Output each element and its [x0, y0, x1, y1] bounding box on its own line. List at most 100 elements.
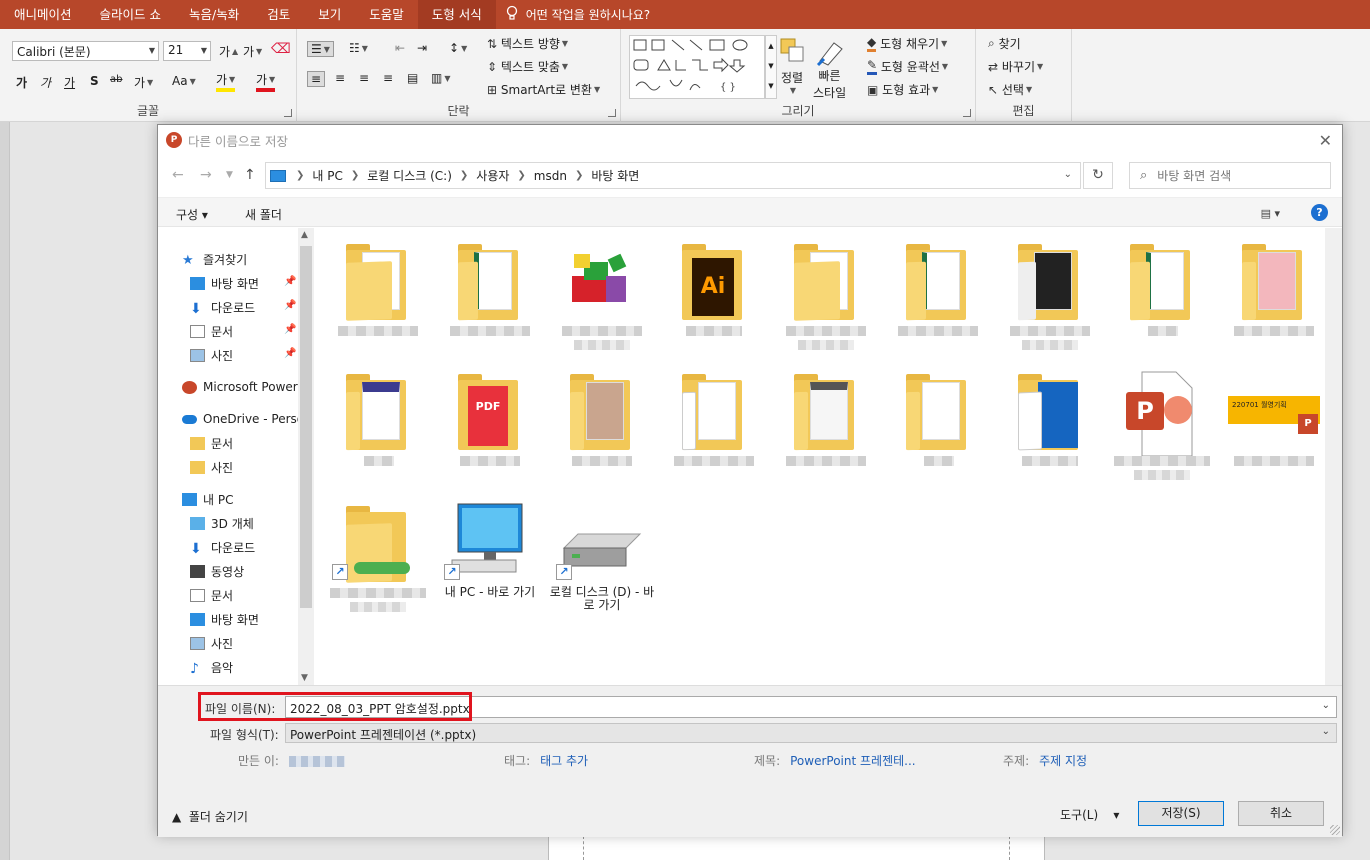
scroll-up-icon[interactable]: ▲ — [301, 230, 308, 240]
highlight-button[interactable]: 가 ▼ — [216, 71, 236, 92]
file-item[interactable] — [660, 358, 768, 478]
tools-button[interactable]: 도구(L) ▾ — [1060, 806, 1119, 823]
char-spacing-button[interactable]: 가 ▼ — [134, 74, 153, 91]
chevron-down-icon[interactable]: ⌄ — [1322, 700, 1330, 711]
quick-styles-button[interactable]: 빠른 스타일 — [813, 37, 846, 101]
back-arrow-icon[interactable]: ← — [172, 167, 184, 183]
tab-shape-format[interactable]: 도형 서식 — [417, 0, 496, 29]
scroll-down-icon[interactable]: ▼ — [301, 673, 308, 683]
file-item[interactable]: 220701 월영기획 P — [1220, 358, 1328, 478]
bold-button[interactable]: 가 — [16, 74, 27, 91]
grow-font-button[interactable]: 가 ▲ — [219, 43, 238, 60]
clear-format-icon[interactable]: ⌫ — [271, 41, 291, 57]
chevron-down-icon[interactable]: ⌄ — [1322, 726, 1330, 737]
shape-fill-button[interactable]: ◆ 도형 채우기 ▼ — [867, 35, 947, 52]
breadcrumb-users[interactable]: 사용자 — [476, 167, 509, 184]
nav-scroll-thumb[interactable] — [300, 246, 312, 608]
font-size-combo[interactable]: 21 ▼ — [163, 41, 211, 61]
save-button[interactable]: 저장(S) — [1138, 801, 1224, 826]
nav-documents[interactable]: 문서 — [190, 320, 233, 342]
bullets-icon[interactable]: ☰ ▼ — [307, 41, 334, 57]
italic-button[interactable]: 가 — [40, 74, 51, 91]
nav-pc-desktop[interactable]: 바탕 화면 — [190, 608, 259, 630]
file-item[interactable] — [436, 228, 544, 348]
nav-pc-documents[interactable]: 문서 — [190, 584, 233, 606]
increase-indent-icon[interactable]: ⇥ — [417, 41, 427, 55]
up-arrow-icon[interactable]: ↑ — [244, 167, 256, 183]
file-item[interactable] — [548, 228, 656, 350]
shapes-gallery-scroll[interactable]: ▲ ▼ ▼ — [765, 35, 777, 99]
tab-help[interactable]: 도움말 — [355, 0, 418, 29]
this-pc-shortcut[interactable]: ↗ 내 PC - 바로 가기 — [436, 490, 544, 610]
decrease-indent-icon[interactable]: ⇤ — [395, 41, 405, 55]
file-item[interactable] — [772, 228, 880, 350]
nav-onedrive-pictures[interactable]: 사진 — [190, 456, 233, 478]
subject-value[interactable]: 주제 지정 — [1039, 754, 1087, 768]
font-color-button[interactable]: 가 ▼ — [256, 71, 276, 92]
shrink-font-button[interactable]: 가 ▼ — [243, 43, 262, 60]
file-item[interactable] — [884, 358, 992, 478]
tags-value[interactable]: 태그 추가 — [540, 754, 588, 768]
file-item[interactable]: P — [1108, 358, 1216, 480]
nav-downloads[interactable]: ⬇ 다운로드 — [190, 296, 255, 318]
file-item[interactable] — [324, 358, 432, 478]
forward-arrow-icon[interactable]: → — [200, 167, 212, 183]
file-item[interactable]: Ai — [660, 228, 768, 348]
help-icon[interactable]: ? — [1311, 204, 1328, 221]
organize-button[interactable]: 구성 ▾ — [176, 206, 208, 223]
line-spacing-icon[interactable]: ↕ ▼ — [449, 41, 467, 55]
font-dialog-launcher[interactable] — [284, 109, 292, 117]
shapes-gallery[interactable]: { } — [629, 35, 765, 99]
hide-folders-button[interactable]: ▲ 폴더 숨기기 — [172, 808, 248, 825]
tab-review[interactable]: 검토 — [253, 0, 304, 29]
tab-animation[interactable]: 애니메이션 — [0, 0, 86, 29]
change-case-button[interactable]: Aa ▼ — [172, 74, 196, 88]
underline-button[interactable]: 가 — [64, 74, 75, 91]
nav-pictures[interactable]: 사진 — [190, 344, 233, 366]
file-item[interactable] — [772, 358, 880, 478]
text-direction-button[interactable]: ⇅ 텍스트 방향 ▼ — [487, 35, 568, 52]
file-item[interactable] — [1108, 228, 1216, 348]
nav-onedrive[interactable]: OneDrive - Perso — [182, 408, 304, 430]
align-left-icon[interactable]: ≡ — [307, 71, 326, 87]
distributed-icon[interactable]: ▤ — [407, 71, 418, 85]
address-bar[interactable]: ❯ 내 PC ❯ 로컬 디스크 (C:) ❯ 사용자 ❯ msdn ❯ 바탕 화… — [265, 162, 1081, 189]
smartart-button[interactable]: ⊞ SmartArt로 변환 ▼ — [487, 81, 600, 98]
file-item[interactable]: ↗ — [324, 490, 432, 612]
align-text-button[interactable]: ⇕ 텍스트 맞춤 ▼ — [487, 58, 568, 75]
title-value[interactable]: PowerPoint 프레젠테... — [790, 754, 916, 768]
nav-pc-pictures[interactable]: 사진 — [190, 632, 233, 654]
drawing-dialog-launcher[interactable] — [963, 109, 971, 117]
paragraph-dialog-launcher[interactable] — [608, 109, 616, 117]
file-item[interactable] — [996, 228, 1104, 350]
columns-icon[interactable]: ▥ ▼ — [431, 71, 451, 85]
nav-ms-powerpoint[interactable]: Microsoft PowerP — [182, 376, 305, 398]
numbering-icon[interactable]: ☷ ▼ — [349, 41, 368, 55]
filetype-select[interactable]: PowerPoint 프레젠테이션 (*.pptx) ⌄ — [285, 723, 1337, 743]
justify-icon[interactable]: ≡ — [383, 71, 393, 85]
font-name-combo[interactable]: Calibri (본문) ▼ — [12, 41, 159, 61]
file-item[interactable] — [324, 228, 432, 348]
align-right-icon[interactable]: ≡ — [359, 71, 369, 85]
nav-pc-downloads[interactable]: ⬇ 다운로드 — [190, 536, 255, 558]
strikethrough-button[interactable]: ab — [110, 74, 122, 85]
nav-quick-access[interactable]: ★ 즐겨찾기 — [182, 248, 247, 270]
align-center-icon[interactable]: ≡ — [335, 71, 345, 85]
nav-videos[interactable]: 동영상 — [190, 560, 244, 582]
breadcrumb-msdn[interactable]: msdn — [534, 169, 567, 183]
nav-desktop[interactable]: 바탕 화면 — [190, 272, 259, 294]
tab-record[interactable]: 녹음/녹화 — [175, 0, 253, 29]
shadow-button[interactable]: S — [90, 74, 99, 88]
shape-effects-button[interactable]: ▣ 도형 효과 ▼ — [867, 81, 938, 98]
file-item[interactable] — [548, 358, 656, 478]
tab-slideshow[interactable]: 슬라이드 쇼 — [86, 0, 175, 29]
blurred-author[interactable] — [288, 756, 345, 767]
nav-this-pc[interactable]: 내 PC — [182, 488, 233, 510]
nav-music[interactable]: ♪ 음악 — [190, 656, 233, 678]
search-input[interactable]: ⌕ 바탕 화면 검색 — [1129, 162, 1331, 189]
nav-onedrive-documents[interactable]: 문서 — [190, 432, 233, 454]
cancel-button[interactable]: 취소 — [1238, 801, 1324, 826]
close-icon[interactable]: ✕ — [1319, 131, 1332, 150]
find-button[interactable]: ⌕ 찾기 — [988, 35, 1021, 52]
nav-scrollbar[interactable]: ▲ ▼ — [298, 228, 314, 685]
